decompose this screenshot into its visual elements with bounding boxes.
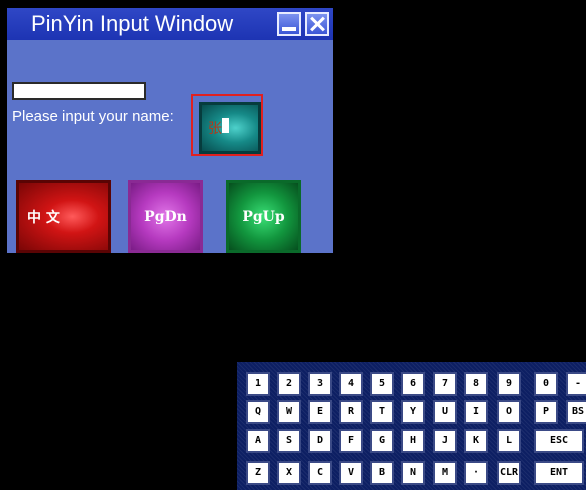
key-c[interactable]: C	[308, 461, 332, 485]
on-screen-keyboard: 1 2 3 4 5 6 7 8 9 0 - Q W E R T Y U I O …	[237, 362, 586, 490]
page-down-button[interactable]: PgDn	[128, 180, 203, 253]
key-m[interactable]: M	[433, 461, 457, 485]
key-9[interactable]: 9	[497, 372, 521, 396]
character-preview-button[interactable]: 张	[199, 102, 261, 154]
key-l[interactable]: L	[497, 429, 521, 453]
key-v[interactable]: V	[339, 461, 363, 485]
key-e[interactable]: E	[308, 400, 332, 424]
key-i[interactable]: I	[464, 400, 488, 424]
page-up-label: PgUp	[242, 208, 285, 225]
key-o[interactable]: O	[497, 400, 521, 424]
key-s[interactable]: S	[277, 429, 301, 453]
name-label: Please input your name:	[12, 108, 174, 125]
key-x[interactable]: X	[277, 461, 301, 485]
key-7[interactable]: 7	[433, 372, 457, 396]
character-preview-frame: 张	[191, 94, 263, 156]
title-bar[interactable]: PinYin Input Window	[7, 8, 333, 40]
name-input[interactable]	[12, 82, 146, 100]
key-minus[interactable]: -	[566, 372, 586, 396]
text-cursor	[222, 118, 229, 133]
key-f[interactable]: F	[339, 429, 363, 453]
key-n[interactable]: N	[401, 461, 425, 485]
key-r[interactable]: R	[339, 400, 363, 424]
key-enter[interactable]: ENT	[534, 461, 584, 485]
key-1[interactable]: 1	[246, 372, 270, 396]
page-up-button[interactable]: PgUp	[226, 180, 301, 253]
chinese-mode-button[interactable]: 中 文	[16, 180, 111, 253]
key-escape[interactable]: ESC	[534, 429, 584, 453]
page-down-label: PgDn	[144, 208, 187, 225]
chinese-mode-label: 中 文	[27, 209, 60, 226]
key-3[interactable]: 3	[308, 372, 332, 396]
pinyin-input-window: PinYin Input Window Please input your na…	[7, 8, 333, 253]
key-q[interactable]: Q	[246, 400, 270, 424]
key-6[interactable]: 6	[401, 372, 425, 396]
key-w[interactable]: W	[277, 400, 301, 424]
key-d[interactable]: D	[308, 429, 332, 453]
key-t[interactable]: T	[370, 400, 394, 424]
key-clear[interactable]: CLR	[497, 461, 521, 485]
key-j[interactable]: J	[433, 429, 457, 453]
key-y[interactable]: Y	[401, 400, 425, 424]
key-2[interactable]: 2	[277, 372, 301, 396]
key-0[interactable]: 0	[534, 372, 558, 396]
key-backspace[interactable]: BS	[566, 400, 586, 424]
preview-character: 张	[208, 121, 222, 137]
key-dot[interactable]: ·	[464, 461, 488, 485]
key-z[interactable]: Z	[246, 461, 270, 485]
key-k[interactable]: K	[464, 429, 488, 453]
key-u[interactable]: U	[433, 400, 457, 424]
key-5[interactable]: 5	[370, 372, 394, 396]
key-h[interactable]: H	[401, 429, 425, 453]
key-a[interactable]: A	[246, 429, 270, 453]
window-title: PinYin Input Window	[31, 11, 234, 36]
key-8[interactable]: 8	[464, 372, 488, 396]
key-g[interactable]: G	[370, 429, 394, 453]
key-p[interactable]: P	[534, 400, 558, 424]
key-4[interactable]: 4	[339, 372, 363, 396]
minimize-icon[interactable]	[277, 12, 301, 36]
key-b[interactable]: B	[370, 461, 394, 485]
close-icon[interactable]	[305, 12, 329, 36]
